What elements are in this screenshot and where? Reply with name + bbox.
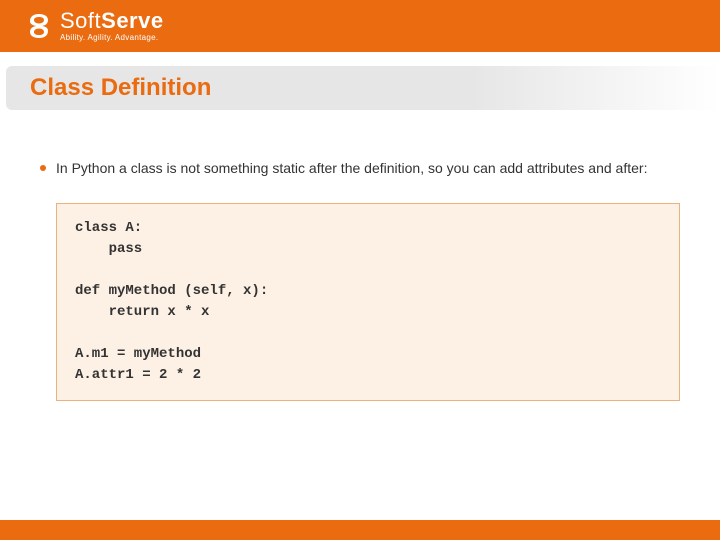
bullet-dot-icon <box>40 165 46 171</box>
slide-content: In Python a class is not something stati… <box>0 110 720 401</box>
bullet-text: In Python a class is not something stati… <box>56 158 647 179</box>
brand-mark-icon <box>24 11 54 41</box>
brand-name-light: Soft <box>60 8 101 33</box>
code-block: class A: pass def myMethod (self, x): re… <box>56 203 680 401</box>
title-strip: Class Definition <box>6 66 720 110</box>
brand-logo: SoftServe Ability. Agility. Advantage. <box>24 10 164 42</box>
brand-name-bold: Serve <box>101 8 163 33</box>
footer-bar <box>0 520 720 540</box>
header-bar: SoftServe Ability. Agility. Advantage. <box>0 0 720 52</box>
brand-tagline: Ability. Agility. Advantage. <box>60 34 164 42</box>
slide-title: Class Definition <box>30 74 211 102</box>
bullet-item: In Python a class is not something stati… <box>40 158 680 179</box>
header-gap <box>0 52 720 66</box>
brand-name: SoftServe <box>60 10 164 32</box>
